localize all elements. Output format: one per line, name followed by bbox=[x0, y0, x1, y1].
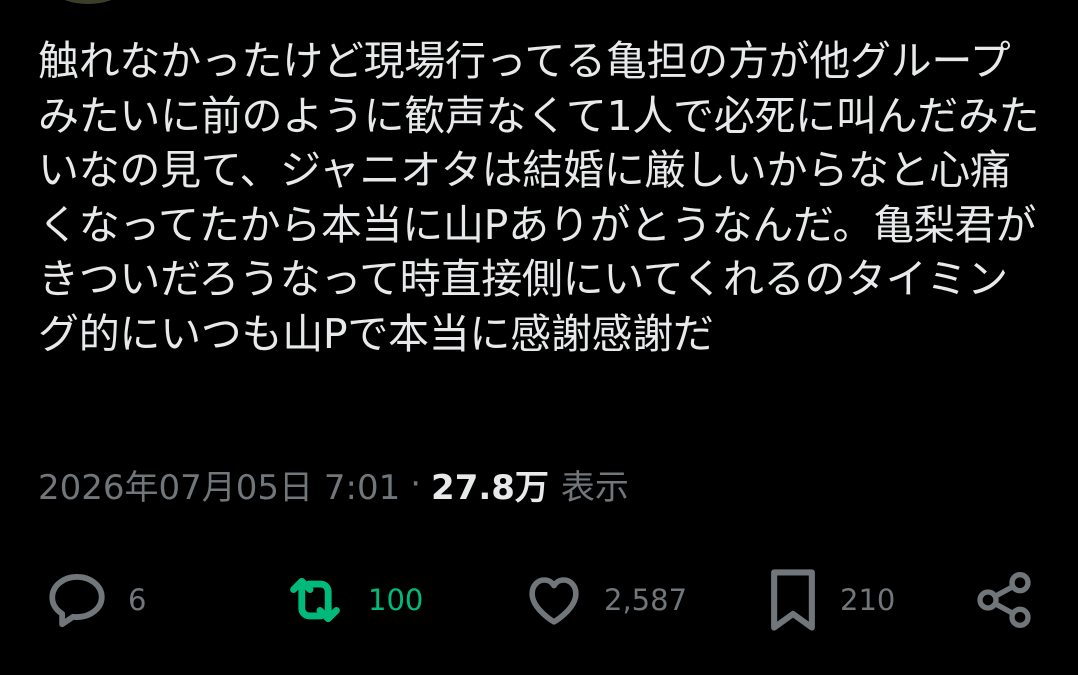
retweet-count: 100 bbox=[368, 583, 424, 617]
like-button[interactable]: 2,587 bbox=[522, 560, 687, 640]
bookmark-button[interactable]: 210 bbox=[764, 560, 895, 640]
retweet-icon bbox=[280, 567, 350, 633]
views-count[interactable]: 27.8万 bbox=[431, 460, 549, 509]
tweet-text: 触れなかったけど現場行ってる亀担の方が他グループみたいに前のように歓声なくて1人… bbox=[38, 37, 1040, 358]
views-label: 表示 bbox=[560, 467, 629, 508]
reply-button[interactable]: 6 bbox=[44, 560, 146, 640]
retweet-button[interactable]: 100 bbox=[280, 560, 423, 640]
share-button[interactable] bbox=[972, 560, 1036, 640]
share-icon bbox=[972, 568, 1036, 632]
reply-bubble-icon bbox=[44, 567, 110, 633]
tweet-timestamp[interactable]: 2026年07月05日 7:01 bbox=[38, 460, 400, 509]
bookmark-count: 210 bbox=[840, 583, 896, 617]
bookmark-icon bbox=[764, 565, 822, 635]
action-bar: 6 100 2,587 210 bbox=[0, 560, 1078, 640]
heart-icon bbox=[522, 568, 586, 632]
reply-count: 6 bbox=[128, 583, 147, 617]
tweet-meta: 2026年07月05日 7:01 · 27.8万 表示 bbox=[38, 460, 629, 509]
meta-separator: · bbox=[410, 464, 422, 504]
avatar[interactable] bbox=[58, 0, 118, 4]
like-count: 2,587 bbox=[604, 583, 688, 617]
